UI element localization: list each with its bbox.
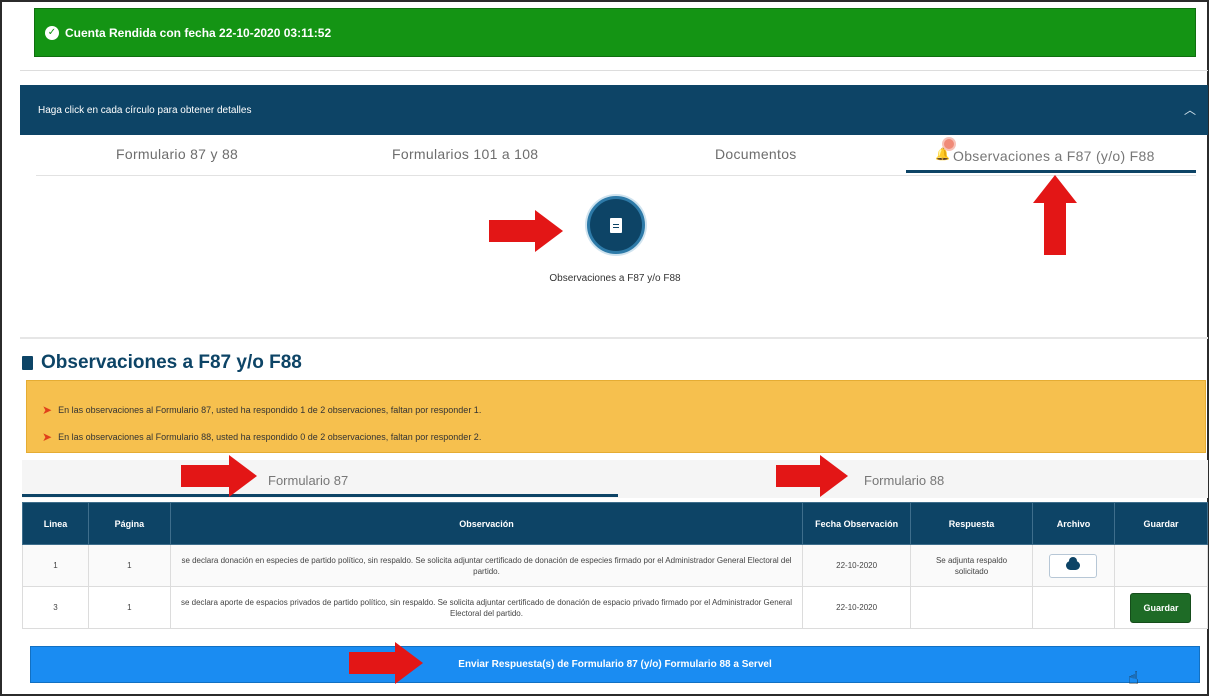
cloud-upload-icon — [1066, 557, 1081, 570]
tab-formulario-88[interactable]: Formulario 88 — [864, 473, 944, 488]
column-header: Fecha Observación — [802, 502, 912, 545]
section-title-text: Observaciones a F87 y/o F88 — [41, 352, 302, 373]
table-row: 1 1 se declara donación en especies de p… — [22, 544, 1209, 587]
divider — [20, 70, 1208, 71]
column-header: Archivo — [1031, 502, 1115, 545]
warning-line: ➤ En las observaciones al Formulario 87,… — [42, 403, 481, 417]
bell-icon: 🔔 — [935, 147, 950, 161]
tab-observaciones[interactable]: Observaciones a F87 (y/o) F88 — [953, 148, 1155, 164]
cell-archivo — [1031, 586, 1115, 629]
success-banner: ✓ Cuenta Rendida con fecha 22-10-2020 03… — [34, 8, 1196, 57]
active-tab-indicator — [906, 170, 1196, 173]
submit-label: Enviar Respuesta(s) de Formulario 87 (y/… — [458, 659, 772, 670]
circle-caption: Observaciones a F87 y/o F88 — [549, 273, 681, 284]
cell-fecha: 22-10-2020 — [802, 544, 912, 587]
cell-fecha: 22-10-2020 — [802, 586, 912, 629]
cell-archivo — [1031, 544, 1115, 587]
active-subtab-indicator — [22, 494, 618, 497]
warning-line: ➤ En las observaciones al Formulario 88,… — [42, 430, 481, 444]
tab-documentos[interactable]: Documentos — [715, 146, 797, 162]
warning-text: En las observaciones al Formulario 87, u… — [58, 405, 482, 415]
tab-formularios-101-108[interactable]: Formularios 101 a 108 — [392, 146, 538, 162]
column-header: Página — [87, 502, 171, 545]
cell-guardar: Guardar — [1113, 586, 1209, 629]
cell-pagina: 1 — [87, 586, 171, 629]
save-button[interactable]: Guardar — [1130, 592, 1192, 623]
tab-formulario-87[interactable]: Formulario 87 — [268, 473, 348, 488]
red-arrow-annotation — [776, 455, 848, 497]
divider — [20, 337, 1208, 339]
upload-button[interactable] — [1049, 553, 1098, 578]
hand-cursor-icon: ☝ — [1128, 668, 1139, 688]
cell-respuesta: Se adjunta respaldo solicitado — [910, 544, 1033, 587]
red-arrow-annotation — [181, 455, 257, 497]
chevron-right-icon: ➤ — [42, 430, 53, 444]
panel-header[interactable]: Haga click en cada círculo para obtener … — [20, 85, 1208, 135]
document-icon — [22, 356, 33, 370]
warning-text: En las observaciones al Formulario 88, u… — [58, 432, 482, 442]
section-title: Observaciones a F87 y/o F88 — [22, 352, 302, 374]
observaciones-table: Linea Página Observación Fecha Observaci… — [22, 502, 1209, 629]
column-header: Respuesta — [910, 502, 1033, 545]
cell-respuesta — [910, 586, 1033, 629]
submit-responses-button[interactable]: Enviar Respuesta(s) de Formulario 87 (y/… — [30, 646, 1200, 683]
tab-formulario-87-88[interactable]: Formulario 87 y 88 — [116, 146, 238, 162]
cell-linea: 1 — [22, 544, 89, 587]
cell-pagina: 1 — [87, 544, 171, 587]
cell-linea: 3 — [22, 586, 89, 629]
table-header-row: Linea Página Observación Fecha Observaci… — [22, 502, 1209, 545]
observaciones-circle-button[interactable] — [587, 196, 645, 254]
warning-box: ➤ En las observaciones al Formulario 87,… — [26, 380, 1206, 453]
column-header: Linea — [22, 502, 89, 545]
success-text: Cuenta Rendida con fecha 22-10-2020 03:1… — [65, 25, 332, 40]
table-row: 3 1 se declara aporte de espacios privad… — [22, 586, 1209, 629]
panel-header-text: Haga click en cada círculo para obtener … — [38, 104, 252, 116]
red-arrow-annotation — [349, 642, 423, 684]
column-header: Observación — [169, 502, 804, 545]
column-header: Guardar — [1113, 502, 1209, 545]
check-circle-icon: ✓ — [45, 25, 59, 40]
cell-observacion: se declara donación en especies de parti… — [169, 544, 804, 587]
chevron-up-icon[interactable]: ︿ — [1184, 101, 1196, 118]
cell-observacion: se declara aporte de espacios privados d… — [169, 586, 804, 629]
chevron-right-icon: ➤ — [42, 403, 53, 417]
red-arrow-annotation — [1033, 175, 1077, 255]
document-icon — [610, 217, 622, 233]
red-arrow-annotation — [489, 210, 563, 252]
cell-guardar — [1113, 544, 1209, 587]
